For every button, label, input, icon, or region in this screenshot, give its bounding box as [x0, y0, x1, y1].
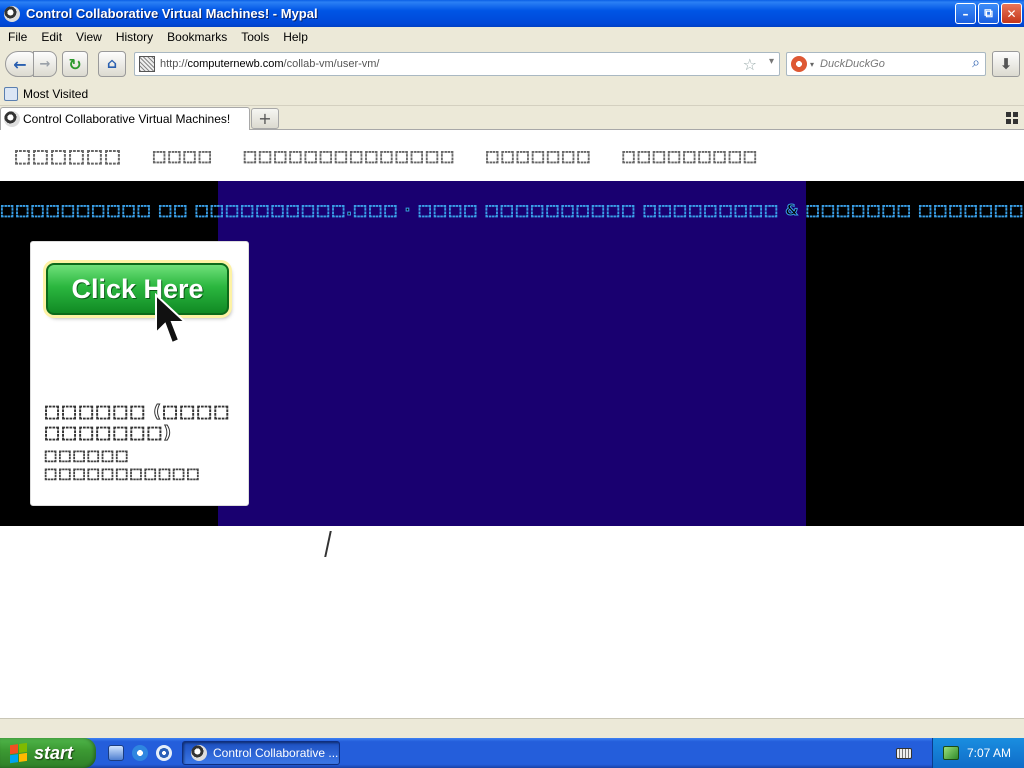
taskbar-window-label: Control Collaborative ... — [213, 746, 339, 760]
mouse-cursor-icon — [155, 293, 188, 345]
start-label: start — [34, 742, 74, 763]
url-host: computernewb.com — [187, 58, 284, 70]
menu-edit[interactable]: Edit — [35, 30, 68, 44]
mypal-app-icon[interactable] — [4, 5, 20, 22]
search-bar[interactable]: ▾ DuckDuckGo ⌕ — [786, 52, 986, 76]
site-nav-link[interactable]: ⬚⬚⬚⬚⬚⬚⬚⬚⬚⬚⬚⬚⬚⬚ — [242, 147, 455, 166]
site-nav: ⬚⬚⬚⬚⬚⬚ ⬚⬚⬚⬚ ⬚⬚⬚⬚⬚⬚⬚⬚⬚⬚⬚⬚⬚⬚ ⬚⬚⬚⬚⬚⬚⬚ ⬚⬚⬚⬚⬚… — [0, 131, 1024, 181]
internet-explorer-icon[interactable] — [132, 745, 148, 761]
tab-list-dot — [1013, 119, 1018, 124]
navigation-toolbar: ← → ↻ ⌂ http://computernewb.com/collab-v… — [0, 46, 1024, 82]
card-title[interactable]: ⬚⬚⬚⬚⬚⬚ (⬚⬚⬚⬚ ⬚⬚⬚⬚⬚⬚⬚) — [44, 402, 244, 444]
tab-list-dot — [1013, 112, 1018, 117]
menu-bookmarks[interactable]: Bookmarks — [161, 30, 233, 44]
url-path: /collab-vm/user-vm/ — [283, 58, 380, 70]
back-button[interactable]: ← — [5, 51, 35, 77]
site-identity-icon[interactable] — [139, 56, 155, 72]
tab-list-dot — [1006, 119, 1011, 124]
taskbar-window-button[interactable]: Control Collaborative ... — [182, 741, 340, 765]
status-bar — [0, 718, 1024, 738]
home-button[interactable]: ⌂ — [98, 51, 126, 77]
bookmarks-toolbar: Most Visited — [0, 82, 1024, 106]
url-text[interactable]: http://computernewb.com/collab-vm/user-v… — [160, 58, 380, 70]
start-button[interactable]: start — [0, 738, 96, 768]
tab-strip: Control Collaborative Virtual Machines! … — [0, 106, 1024, 130]
url-prefix: http:// — [160, 58, 188, 70]
site-nav-link[interactable]: ⬚⬚⬚⬚⬚⬚⬚⬚⬚ — [621, 147, 758, 166]
menu-bar: File Edit View History Bookmarks Tools H… — [0, 27, 1024, 46]
network-icon[interactable] — [943, 746, 959, 760]
web-page: ⬚⬚⬚⬚⬚⬚ ⬚⬚⬚⬚ ⬚⬚⬚⬚⬚⬚⬚⬚⬚⬚⬚⬚⬚⬚ ⬚⬚⬚⬚⬚⬚⬚ ⬚⬚⬚⬚⬚… — [0, 131, 1024, 718]
clock[interactable]: 7:07 AM — [967, 746, 1011, 760]
system-tray: 7:07 AM — [932, 738, 1024, 768]
site-nav-link[interactable]: ⬚⬚⬚⬚ — [152, 147, 213, 166]
banner-heading: ⬚⬚⬚⬚⬚⬚⬚⬚⬚⬚ ⬚⬚ ⬚⬚⬚⬚⬚⬚⬚⬚⬚⬚.⬚⬚⬚ · ⬚⬚⬚⬚ ⬚⬚⬚⬚… — [0, 201, 1024, 220]
mypal-taskbar-icon — [191, 745, 207, 761]
site-nav-link[interactable]: ⬚⬚⬚⬚⬚⬚⬚ — [485, 147, 591, 166]
bookmark-folder-icon — [4, 86, 18, 101]
site-nav-link[interactable]: ⬚⬚⬚⬚⬚⬚ — [13, 145, 122, 167]
tab-list-icon[interactable] — [1006, 112, 1020, 124]
tab-favicon-icon — [4, 111, 20, 127]
tab-label: Control Collaborative Virtual Machines! — [23, 112, 231, 126]
taskbar: start Control Collaborative ... 7:07 AM — [0, 738, 1024, 768]
search-icon[interactable]: ⌕ — [972, 55, 980, 71]
hero-banner-center — [218, 181, 806, 526]
card-subtitle: ⬚⬚⬚⬚⬚⬚ ⬚⬚⬚⬚⬚⬚⬚⬚⬚⬚⬚ — [44, 448, 201, 483]
new-tab-button[interactable]: + — [251, 108, 279, 129]
menu-help[interactable]: Help — [277, 30, 314, 44]
maximize-button[interactable]: ⧉ — [978, 3, 999, 24]
bookmark-most-visited[interactable]: Most Visited — [23, 87, 88, 101]
show-desktop-icon[interactable] — [108, 745, 124, 761]
promo-card: Click Here ⬚⬚⬚⬚⬚⬚ (⬚⬚⬚⬚ ⬚⬚⬚⬚⬚⬚⬚) ⬚⬚⬚⬚⬚⬚ … — [30, 241, 249, 506]
duckduckgo-engine-icon[interactable] — [791, 56, 807, 72]
engine-dropdown-icon[interactable]: ▾ — [810, 60, 814, 69]
minimize-button[interactable]: – — [955, 3, 976, 24]
media-player-icon[interactable] — [156, 745, 172, 761]
hero-banner: ⬚⬚⬚⬚⬚⬚⬚⬚⬚⬚ ⬚⬚ ⬚⬚⬚⬚⬚⬚⬚⬚⬚⬚.⬚⬚⬚ · ⬚⬚⬚⬚ ⬚⬚⬚⬚… — [0, 181, 1024, 557]
menu-history[interactable]: History — [110, 30, 159, 44]
search-input[interactable]: DuckDuckGo — [820, 58, 885, 70]
menu-tools[interactable]: Tools — [235, 30, 275, 44]
tab-list-dot — [1006, 112, 1011, 117]
window-title-bar[interactable]: Control Collaborative Virtual Machines! … — [0, 0, 1024, 27]
downloads-button[interactable]: ⬇ — [992, 51, 1020, 77]
bookmark-star-icon[interactable]: ☆ — [743, 55, 757, 74]
reload-button[interactable]: ↻ — [62, 51, 88, 77]
menu-view[interactable]: View — [70, 30, 108, 44]
window-title: Control Collaborative Virtual Machines! … — [26, 6, 318, 21]
url-bar[interactable]: http://computernewb.com/collab-vm/user-v… — [134, 52, 780, 76]
close-button[interactable]: ✕ — [1001, 3, 1022, 24]
url-history-dropdown-icon[interactable]: ▾ — [769, 56, 774, 67]
forward-button[interactable]: → — [33, 51, 57, 77]
click-here-button[interactable]: Click Here — [46, 263, 229, 315]
tab-active[interactable]: Control Collaborative Virtual Machines! — [0, 107, 250, 130]
menu-file[interactable]: File — [2, 30, 33, 44]
keyboard-icon[interactable] — [896, 748, 912, 759]
text-cursor-icon — [324, 531, 332, 557]
windows-flag-icon — [10, 742, 28, 764]
